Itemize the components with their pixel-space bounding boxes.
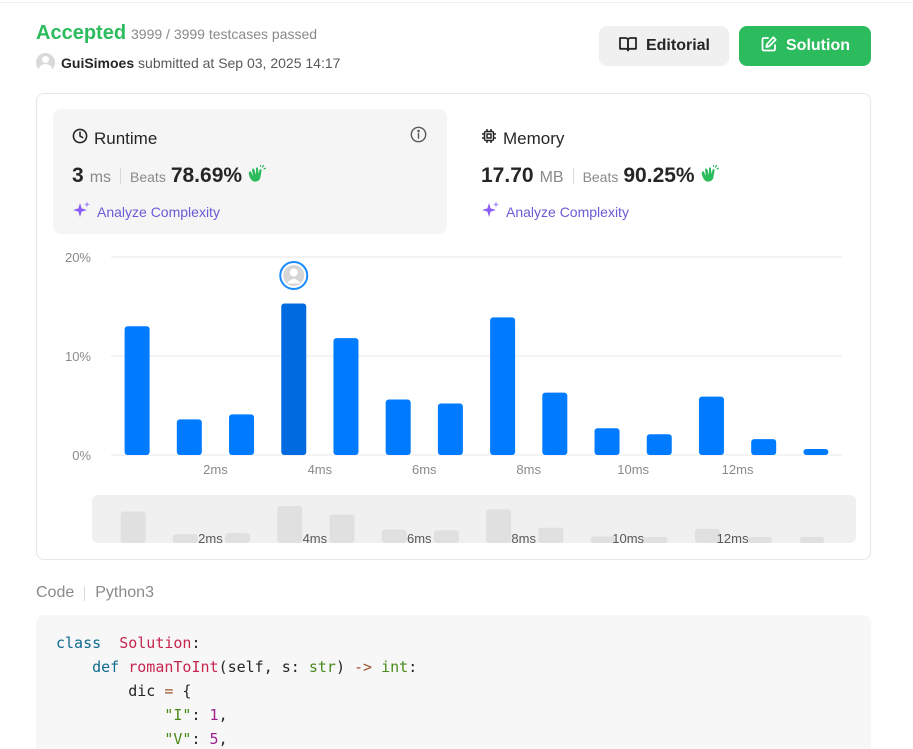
x-tick-label: 10ms [617, 462, 649, 477]
bar-selected [281, 303, 307, 455]
submission-meta: GuiSimoes submitted at Sep 03, 2025 14:1… [61, 55, 340, 71]
code-token: : [408, 658, 418, 676]
navigator-bar [486, 509, 512, 543]
editorial-button[interactable]: Editorial [599, 26, 729, 66]
bar [124, 326, 150, 455]
code-token: , [218, 706, 228, 724]
x-tick-label: 12ms [722, 462, 754, 477]
navigator-bar [799, 537, 825, 543]
y-tick-label: 10% [65, 349, 91, 364]
navigator-bar [538, 527, 564, 543]
code-token: ) [335, 658, 355, 676]
x-tick-label: 6ms [412, 462, 437, 477]
bar [490, 317, 516, 455]
code-token: : [191, 706, 210, 724]
code-label: Code [36, 584, 75, 601]
code-token: : [191, 634, 201, 652]
bar [385, 399, 411, 455]
code-token: dic [56, 682, 165, 700]
code-token: Solution [119, 634, 192, 652]
navigator-tick-label: 2ms [198, 531, 223, 546]
navigator-bar [433, 530, 459, 543]
code-token: { [173, 682, 192, 700]
solution-label: Solution [786, 37, 850, 54]
code-token: def [92, 658, 120, 676]
testcases-passed: 3999 / 3999 testcases passed [131, 26, 318, 42]
x-tick-label: 4ms [308, 462, 333, 477]
code-line: "I": 1, [56, 703, 851, 727]
navigator-bar [277, 506, 303, 543]
y-tick-label: 20% [65, 250, 91, 265]
code-token: : [191, 730, 210, 748]
code-token: (self, s: [218, 658, 309, 676]
code-line: class Solution: [56, 631, 851, 655]
user-avatar[interactable] [36, 53, 55, 72]
code-token: class [56, 634, 102, 652]
x-tick-label: 2ms [203, 462, 228, 477]
code-token: 1 [209, 706, 219, 724]
submitted-label: submitted at [138, 55, 215, 71]
edit-icon [760, 35, 778, 58]
bar [333, 338, 359, 455]
code-line: "V": 5, [56, 727, 851, 749]
navigator-bar [172, 534, 198, 543]
code-token: "V" [164, 730, 192, 748]
navigator-tick-label: 12ms [717, 531, 749, 546]
navigator-bar [747, 537, 773, 543]
book-icon [618, 35, 638, 58]
runtime-distribution-chart: 0% 10% 20% 2ms 4ms 6ms 8ms 10ms 12ms 2ms 4ms 6ms 8ms… [65, 250, 856, 546]
code-token: "I" [164, 706, 192, 724]
username-link[interactable]: GuiSimoes [61, 55, 134, 71]
code-line: def romanToInt(self, s: str) -> int: [56, 655, 851, 679]
submitted-time: Sep 03, 2025 14:17 [218, 55, 341, 71]
navigator-bar [642, 537, 668, 543]
code-block[interactable]: class Solution: def romanToInt(self, s: … [36, 615, 871, 749]
x-tick-label: 8ms [516, 462, 541, 477]
bar [698, 396, 724, 455]
navigator-tick-label: 8ms [511, 531, 536, 546]
code-token: int [381, 658, 409, 676]
code-language: Python3 [95, 584, 154, 601]
performance-card: Runtime 3 ms Beats 78.69% Analyze Comple… [36, 93, 871, 560]
code-token: romanToInt [128, 658, 219, 676]
navigator-tick-label: 4ms [303, 531, 328, 546]
bar [437, 403, 463, 455]
submission-status: Accepted [36, 22, 127, 44]
code-token: 5 [209, 730, 219, 748]
code-token: -> [354, 658, 373, 676]
bar [803, 449, 829, 455]
navigator-tick-label: 10ms [612, 531, 644, 546]
navigator-bar [120, 511, 146, 543]
navigator-tick-label: 6ms [407, 531, 432, 546]
bar [594, 428, 620, 455]
code-token: , [218, 730, 228, 748]
code-header: Code Python3 [36, 584, 154, 602]
bar [646, 434, 672, 455]
code-line: dic = { [56, 679, 851, 703]
bar [229, 414, 255, 455]
navigator-bar [329, 514, 355, 543]
y-tick-label: 0% [72, 448, 91, 463]
editorial-label: Editorial [645, 37, 710, 54]
bar [542, 392, 568, 455]
bar [751, 439, 777, 455]
top-divider [0, 0, 913, 3]
solution-button[interactable]: Solution [739, 26, 871, 66]
code-token: str [308, 658, 336, 676]
navigator-bar [225, 533, 251, 543]
navigator-bar [381, 529, 407, 543]
divider [84, 585, 86, 601]
avatar-head [289, 268, 298, 277]
bar [176, 419, 202, 455]
